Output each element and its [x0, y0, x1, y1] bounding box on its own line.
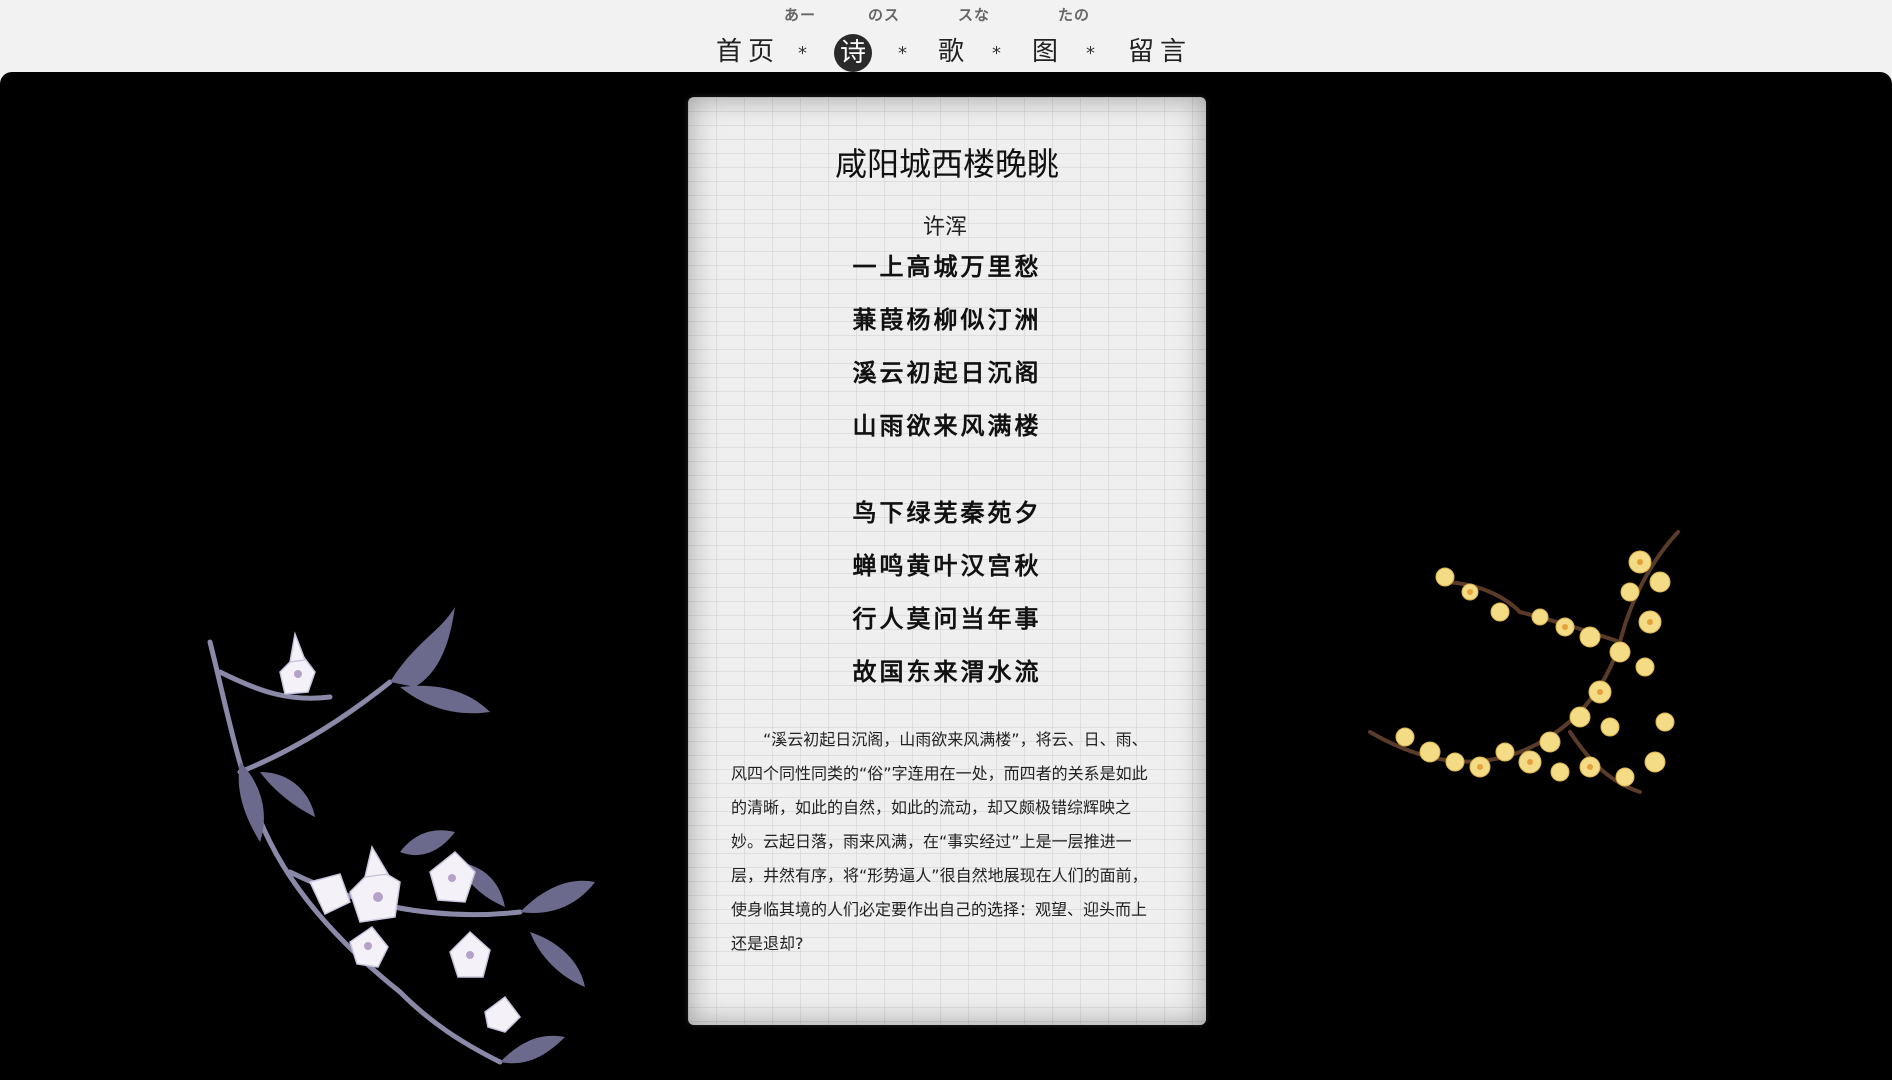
poem-line: 一上高城万里愁	[852, 252, 1042, 281]
nav-separator: *	[1086, 43, 1095, 64]
nav-romaji-4: たの	[1058, 6, 1091, 24]
poem-line: 溪云初起日沉阁	[852, 358, 1042, 387]
poem-line: 故国东来渭水流	[852, 657, 1042, 686]
nav-item-song[interactable]: 歌	[938, 36, 970, 68]
nav-item-home[interactable]: 首页	[716, 36, 780, 68]
poem-title: 咸阳城西楼晚眺	[834, 145, 1059, 183]
top-navigation-bar: あー のス スな たの 首页 * 诗 * 歌 * 图 * 留言	[0, 0, 1892, 72]
poem-paper-card: 咸阳城西楼晚眺 许浑 一上高城万里愁 蒹葭杨柳似汀洲 溪云初起日沉阁 山雨欲来风…	[688, 97, 1206, 1025]
nav-separator: *	[898, 43, 907, 64]
plum-blossom-branch-decoration	[1368, 530, 1680, 794]
nav-romaji-1: あー	[784, 6, 817, 24]
poem-line: 山雨欲来风满楼	[852, 411, 1042, 440]
poem-line: 行人莫问当年事	[852, 604, 1042, 633]
nav-romaji-3: スな	[958, 6, 991, 24]
nav-item-poem[interactable]: 诗	[834, 34, 872, 72]
magnolia-branch-decoration	[207, 607, 595, 1065]
poem-line: 鸟下绿芜秦苑夕	[852, 498, 1042, 527]
main-stage: 咸阳城西楼晚眺 许浑 一上高城万里愁 蒹葭杨柳似汀洲 溪云初起日沉阁 山雨欲来风…	[0, 72, 1892, 1080]
poem-line: 蒹葭杨柳似汀洲	[852, 305, 1042, 334]
nav-separator: *	[798, 43, 807, 64]
nav-item-gallery[interactable]: 图	[1032, 36, 1064, 68]
nav-item-guestbook[interactable]: 留言	[1128, 36, 1192, 68]
nav-separator: *	[992, 43, 1001, 64]
poem-author: 许浑	[922, 215, 967, 240]
nav-romaji-2: のス	[868, 6, 901, 24]
poem-line: 蝉鸣黄叶汉宫秋	[852, 551, 1042, 580]
poem-commentary: “溪云初起日沉阁，山雨欲来风满楼”，将云、日、雨、风四个同性同类的“俗”字连用在…	[731, 730, 1148, 953]
